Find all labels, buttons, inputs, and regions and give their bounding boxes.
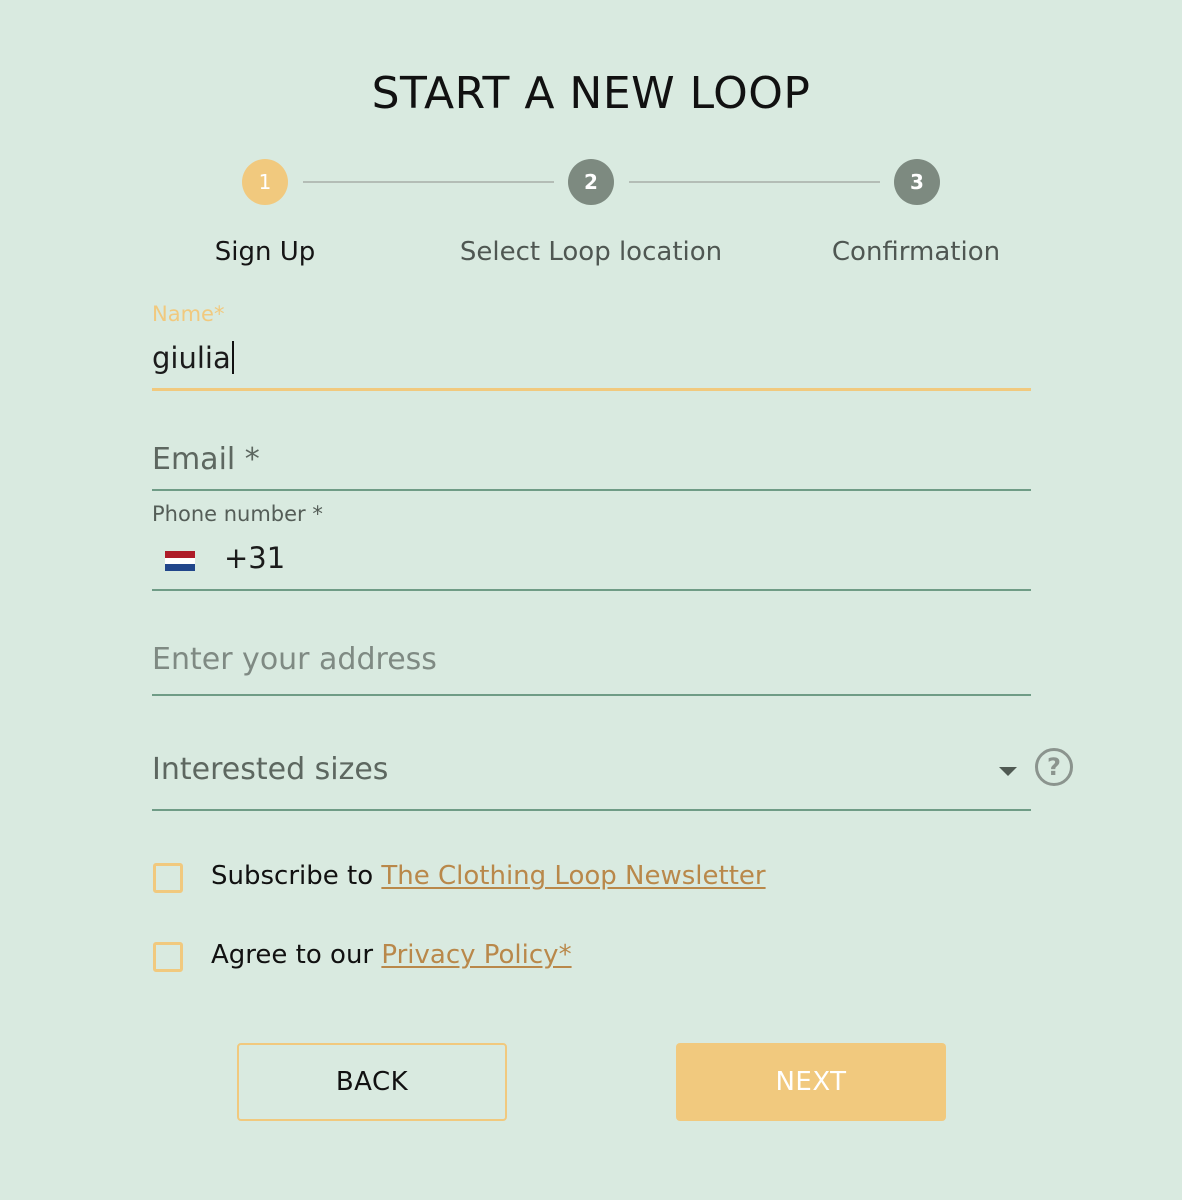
name-field-label: Name* (152, 302, 225, 326)
privacy-label-prefix: Agree to our (211, 940, 382, 970)
newsletter-label: Subscribe to The Clothing Loop Newslette… (211, 861, 766, 891)
step-2-label: Select Loop location (459, 237, 723, 267)
next-button[interactable]: NEXT (676, 1043, 946, 1121)
dropdown-arrow-icon[interactable] (999, 767, 1017, 776)
privacy-policy-checkbox[interactable] (153, 942, 183, 972)
address-field-underline (152, 694, 1031, 696)
step-3-indicator: 3 (894, 159, 940, 205)
newsletter-checkbox[interactable] (153, 863, 183, 893)
phone-input[interactable]: +31 (224, 541, 285, 575)
name-input[interactable]: giulia (152, 341, 234, 375)
newsletter-link[interactable]: The Clothing Loop Newsletter (381, 861, 765, 891)
privacy-label: Agree to our Privacy Policy* (211, 940, 572, 970)
page-title: START A NEW LOOP (371, 68, 811, 119)
newsletter-label-prefix: Subscribe to (211, 861, 382, 891)
phone-field-label: Phone number * (152, 502, 323, 526)
phone-field-underline (152, 589, 1031, 591)
step-1-indicator: 1 (242, 159, 288, 205)
sizes-field-underline (152, 809, 1031, 811)
back-button[interactable]: BACK (237, 1043, 507, 1121)
email-placeholder[interactable]: Email * (152, 442, 260, 477)
interested-sizes-placeholder[interactable]: Interested sizes (152, 752, 388, 787)
step-connector-2 (629, 181, 880, 183)
address-input[interactable]: Enter your address (152, 642, 437, 677)
question-circle-icon[interactable]: ? (1035, 748, 1073, 786)
name-field-underline (152, 388, 1031, 391)
privacy-policy-link[interactable]: Privacy Policy* (381, 940, 571, 970)
email-field-underline (152, 489, 1031, 491)
step-connector-1 (303, 181, 554, 183)
step-1-label: Sign Up (214, 237, 316, 267)
text-caret (231, 341, 234, 374)
netherlands-flag-icon[interactable] (165, 551, 195, 571)
signup-panel: START A NEW LOOP 1 2 3 Sign Up Select Lo… (0, 0, 1182, 1200)
name-input-value: giulia (152, 341, 231, 375)
step-2-indicator: 2 (568, 159, 614, 205)
step-3-label: Confirmation (831, 237, 1001, 267)
